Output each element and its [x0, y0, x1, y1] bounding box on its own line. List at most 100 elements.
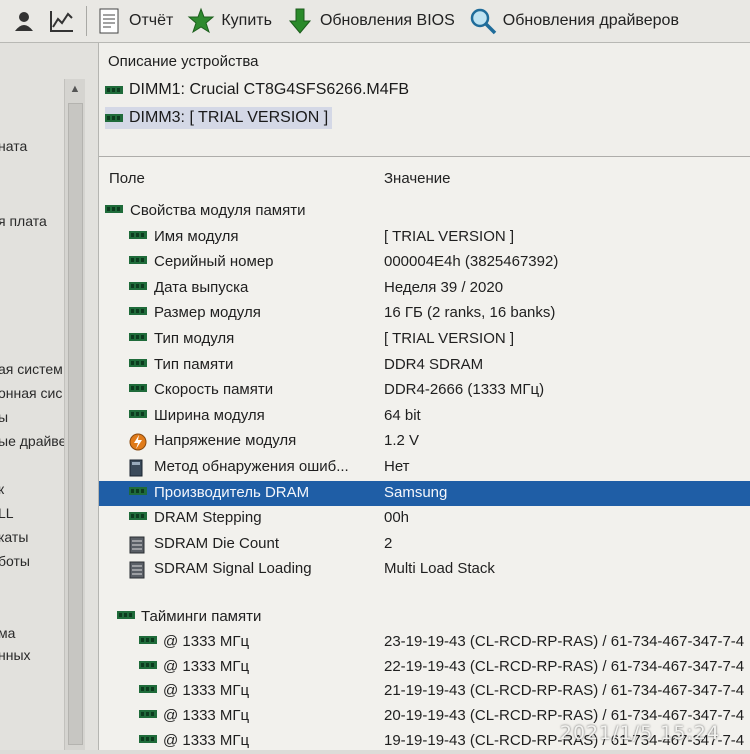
property-value: [ TRIAL VERSION ]: [384, 227, 515, 245]
tree-item[interactable]: нных: [0, 647, 31, 663]
memory-chip-icon: [139, 659, 157, 671]
scrollbar-thumb[interactable]: [68, 103, 83, 745]
memory-chip-icon: [129, 229, 147, 241]
device-description-panel: Описание устройства DIMM1: Crucial CT8G4…: [99, 43, 750, 157]
memory-chip-icon: [129, 357, 147, 369]
buy-button[interactable]: Купить: [187, 4, 272, 38]
buy-icon: [187, 7, 215, 35]
device-item-dimm1[interactable]: DIMM1: Crucial CT8G4SFS6266.M4FB: [105, 79, 409, 101]
property-field: Серийный номер: [154, 253, 274, 271]
property-row[interactable]: Серийный номер 000004E4h (3825467392): [99, 250, 750, 275]
property-value: 64 bit: [384, 406, 421, 424]
tree-item[interactable]: каты: [0, 529, 28, 545]
timing-frequency: @ 1333 МГц: [163, 657, 250, 675]
search-icon: [469, 7, 497, 35]
tree-item[interactable]: ната: [0, 138, 27, 154]
property-row[interactable]: SDRAM Die Count 2: [99, 532, 750, 557]
toolbar: Отчёт Купить Обновления BIOS Обновления …: [0, 0, 750, 43]
tree-item[interactable]: онная сис: [0, 385, 62, 401]
property-row[interactable]: Скорость памяти DDR4-2666 (1333 МГц): [99, 378, 750, 403]
tree-item[interactable]: LL: [0, 505, 14, 521]
user-icon[interactable]: [10, 7, 38, 35]
property-field: Имя модуля: [154, 227, 239, 245]
document-icon: [129, 536, 145, 559]
property-row[interactable]: Производитель DRAM Samsung: [99, 480, 750, 506]
tree-item[interactable]: ые драйве: [0, 433, 66, 449]
timing-frequency: @ 1333 МГц: [163, 633, 250, 650]
property-field: Производитель DRAM: [154, 483, 310, 501]
tree-scrollbar[interactable]: ▲: [64, 79, 85, 750]
property-row[interactable]: Размер модуля 16 ГБ (2 ranks, 16 banks): [99, 301, 750, 326]
memory-chip-icon: [129, 485, 147, 497]
timing-value: 23-19-19-43 (CL-RCD-RP-RAS) / 61-734-467…: [384, 633, 745, 650]
property-row[interactable]: DRAM Stepping 00h: [99, 506, 750, 531]
property-field: Дата выпуска: [154, 278, 249, 296]
memory-chip-icon: [139, 683, 157, 695]
tree-item[interactable]: ма: [0, 625, 15, 641]
device-tree[interactable]: ната я плата ая систем онная сис ы ые драйве к…: [0, 43, 99, 750]
tree-item[interactable]: я плата: [0, 213, 47, 229]
group-header-row[interactable]: Свойства модуля памяти: [99, 199, 750, 224]
download-arrow-icon: [286, 7, 314, 35]
property-value: 1.2 V: [384, 432, 420, 450]
memory-chip-icon: [129, 305, 147, 317]
memory-chip-icon: [105, 86, 123, 94]
tree-item[interactable]: боты: [0, 553, 30, 569]
property-field: Напряжение модуля: [154, 432, 297, 450]
device-item-label: DIMM3: [ TRIAL VERSION ]: [129, 109, 329, 126]
property-field: Ширина модуля: [154, 406, 265, 424]
properties-grid: Поле Значение Свойства модуля памяти Имя …: [99, 157, 750, 750]
timing-row[interactable]: @ 1333 МГц 21-19-19-43 (CL-RCD-RP-RAS) / …: [99, 679, 750, 704]
voltage-icon: [129, 433, 147, 456]
report-label: Отчёт: [129, 12, 174, 29]
report-icon: [95, 7, 123, 35]
memory-chip-icon: [129, 280, 147, 292]
report-button[interactable]: Отчёт: [95, 4, 173, 38]
property-row[interactable]: SDRAM Signal Loading Multi Load Stack: [99, 557, 750, 582]
property-row[interactable]: Тип модуля [ TRIAL VERSION ]: [99, 327, 750, 352]
driver-update-button[interactable]: Обновления драйверов: [469, 4, 679, 38]
timings-header-label: Тайминги памяти: [141, 608, 262, 625]
timing-frequency: @ 1333 МГц: [163, 707, 250, 725]
memory-chip-icon: [139, 634, 157, 646]
property-value: Multi Load Stack: [384, 560, 495, 578]
bios-update-button[interactable]: Обновления BIOS: [286, 4, 455, 38]
memory-chip-icon: [139, 708, 157, 720]
memory-chip-icon: [129, 254, 147, 266]
property-field: Скорость памяти: [154, 381, 274, 399]
tree-item[interactable]: ы: [0, 409, 8, 425]
property-field: Метод обнаружения ошиб...: [154, 458, 349, 475]
chart-line-icon[interactable]: [48, 7, 76, 35]
timing-value: 22-19-19-43 (CL-RCD-RP-RAS) / 61-734-467…: [384, 657, 745, 675]
property-field: Свойства модуля памяти: [130, 202, 306, 219]
column-header-value[interactable]: Значение: [384, 170, 451, 187]
property-field: Тип памяти: [154, 355, 234, 373]
device-description-title: Описание устройства: [108, 53, 259, 70]
property-row[interactable]: Ширина модуля 64 bit: [99, 404, 750, 429]
memory-chip-icon: [139, 733, 157, 745]
property-row[interactable]: Тип памяти DDR4 SDRAM: [99, 353, 750, 378]
device-item-dimm3[interactable]: DIMM3: [ TRIAL VERSION ]: [105, 107, 333, 129]
timing-row[interactable]: @ 1333 МГц 23-19-19-43 (CL-RCD-RP-RAS) / …: [99, 630, 750, 655]
property-row[interactable]: Имя модуля [ TRIAL VERSION ]: [99, 225, 750, 250]
memory-chip-icon: [129, 510, 147, 522]
tree-item[interactable]: к: [0, 481, 4, 497]
property-row[interactable]: Метод обнаружения ошиб... Нет: [99, 455, 750, 480]
property-field: DRAM Stepping: [154, 509, 262, 527]
tree-item[interactable]: ая систем: [0, 361, 63, 377]
timing-value: 21-19-19-43 (CL-RCD-RP-RAS) / 61-734-467…: [384, 682, 745, 700]
memory-chip-icon: [129, 408, 147, 420]
property-row[interactable]: Напряжение модуля 1.2 V: [99, 429, 750, 454]
column-header-field[interactable]: Поле: [109, 170, 145, 187]
property-value: 16 ГБ (2 ranks, 16 banks): [384, 304, 556, 322]
driver-update-label: Обновления драйверов: [502, 12, 679, 29]
timing-frequency: @ 1333 МГц: [163, 682, 250, 700]
property-row[interactable]: Дата выпуска Неделя 39 / 2020: [99, 276, 750, 301]
property-field: Тип модуля: [154, 330, 235, 347]
scroll-up-icon[interactable]: ▲: [65, 79, 85, 99]
timing-frequency: @ 1333 МГц: [163, 731, 250, 749]
timing-row[interactable]: @ 1333 МГц 22-19-19-43 (CL-RCD-RP-RAS) / …: [99, 655, 750, 680]
device-icon: [129, 459, 143, 482]
timings-group-header[interactable]: Тайминги памяти: [99, 605, 750, 630]
memory-chip-icon: [117, 609, 135, 621]
